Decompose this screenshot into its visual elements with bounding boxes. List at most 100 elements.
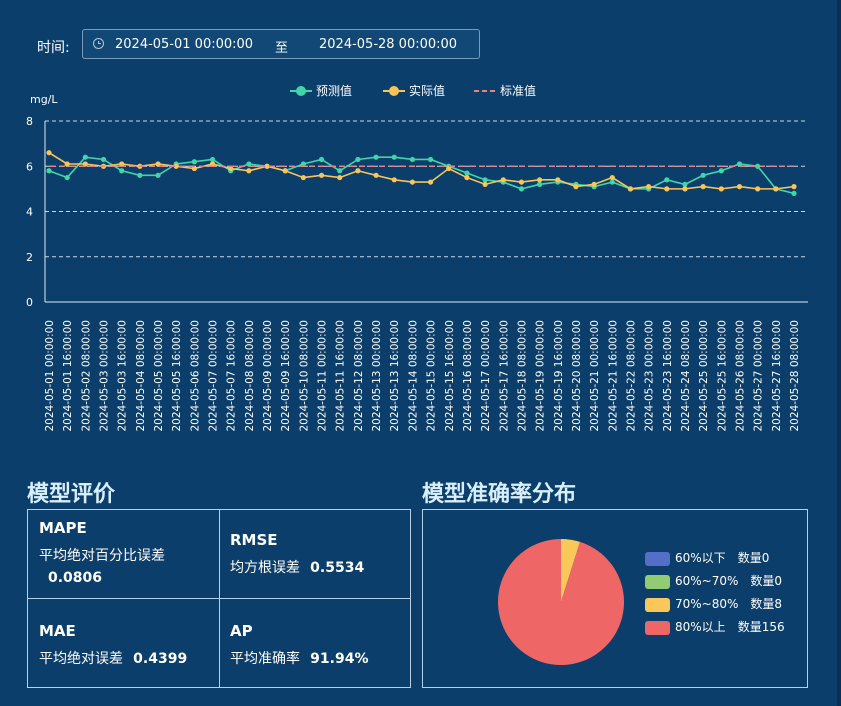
series-point-1 (282, 168, 288, 174)
x-tick-label: 2024-05-15 16:00:00 (444, 320, 456, 432)
x-tick-label: 2024-05-01 00:00:00 (44, 320, 56, 432)
series-point-1 (409, 179, 416, 185)
pie-legend-label: 60%以下 (675, 551, 726, 565)
series-point-0 (337, 168, 343, 174)
pie-legend-label: 60%~70% (675, 574, 739, 588)
series-point-0 (409, 156, 416, 163)
evaluation-title: 模型评价 (27, 482, 116, 507)
series-point-1 (464, 174, 470, 181)
mae-abbr: MAE (39, 622, 76, 640)
mape-desc: 平均绝对百分比误差 (39, 548, 165, 564)
pie-slice (498, 539, 624, 665)
pie-legend-swatch (645, 597, 670, 612)
x-tick-label: 2024-05-06 08:00:00 (189, 320, 201, 432)
range-start-input[interactable]: 2024-05-01 00:00:00 (115, 37, 253, 52)
time-label: 时间: (37, 40, 70, 56)
y-tick-label: 6 (26, 160, 33, 173)
series-point-1 (482, 181, 488, 187)
x-tick-label: 2024-05-05 00:00:00 (153, 320, 165, 432)
series-point-0 (464, 170, 470, 176)
series-point-1 (664, 186, 670, 192)
mape-abbr: MAPE (39, 519, 87, 537)
x-tick-label: 2024-05-01 16:00:00 (62, 320, 74, 432)
legend-label: 预测值 (316, 83, 352, 98)
series-point-0 (100, 156, 107, 163)
series-point-0 (46, 168, 52, 174)
pie-legend-swatch (645, 551, 670, 566)
y-unit-label: mg/L (30, 93, 58, 106)
series-point-1 (700, 184, 706, 190)
series-point-0 (64, 174, 70, 181)
series-point-1 (318, 172, 325, 178)
series-point-1 (627, 186, 634, 192)
y-tick-label: 4 (26, 206, 33, 219)
series-point-1 (391, 177, 397, 183)
series-point-0 (355, 156, 361, 163)
mape-cell: MAPE 平均绝对百分比误差 0.0806 (39, 519, 165, 586)
series-point-0 (82, 154, 88, 160)
ap-abbr: AP (230, 622, 253, 640)
series-point-0 (609, 179, 615, 185)
evaluation-divider-h (28, 598, 410, 599)
x-tick-label: 2024-05-27 16:00:00 (771, 320, 783, 432)
rmse-desc: 均方根误差 (230, 560, 300, 576)
x-tick-label: 2024-05-19 00:00:00 (535, 320, 547, 432)
series-point-0 (155, 172, 161, 178)
pie-legend-swatch (645, 574, 670, 589)
series-point-1 (264, 163, 270, 169)
ap-cell: AP 平均准确率 91.94% (230, 622, 368, 668)
range-end-input[interactable]: 2024-05-28 00:00:00 (319, 37, 457, 52)
mae-cell: MAE 平均绝对误差 0.4399 (39, 622, 187, 668)
x-tick-label: 2024-05-14 08:00:00 (407, 320, 419, 432)
series-point-0 (682, 181, 688, 187)
series-point-1 (682, 186, 688, 192)
x-tick-label: 2024-05-09 16:00:00 (280, 320, 292, 432)
legend-label: 实际值 (409, 83, 445, 98)
pie-legend-count: 数量0 (750, 574, 783, 588)
series-point-1 (500, 177, 506, 183)
series-point-1 (555, 177, 561, 183)
pie-legend-item[interactable]: 80%以上 数量156 (645, 618, 785, 635)
series-point-0 (664, 177, 670, 183)
x-tick-label: 2024-05-21 00:00:00 (589, 320, 601, 432)
series-point-0 (119, 168, 125, 174)
accuracy-pie-chart (498, 539, 624, 665)
x-tick-label: 2024-05-08 08:00:00 (244, 320, 256, 432)
date-range-picker[interactable]: 2024-05-01 00:00:00 至 2024-05-28 00:00:0… (82, 29, 480, 59)
rmse-abbr: RMSE (230, 531, 278, 549)
series-point-1 (736, 184, 743, 190)
mae-value: 0.4399 (133, 651, 188, 667)
pie-legend-item[interactable]: 70%~80% 数量8 (645, 595, 782, 612)
x-tick-label: 2024-05-20 08:00:00 (571, 320, 583, 432)
x-tick-label: 2024-05-16 08:00:00 (462, 320, 474, 432)
x-tick-label: 2024-05-12 08:00:00 (353, 320, 365, 432)
y-tick-label: 0 (26, 296, 33, 309)
pie-legend-item[interactable]: 60%以下 数量0 (645, 549, 770, 566)
series-point-1 (755, 186, 761, 192)
accuracy-title: 模型准确率分布 (422, 482, 577, 507)
x-tick-label: 2024-05-22 08:00:00 (625, 320, 637, 432)
pie-legend-count: 数量0 (737, 551, 770, 565)
series-point-0 (391, 154, 397, 160)
legend-marker (296, 86, 306, 96)
x-tick-label: 2024-05-03 16:00:00 (117, 320, 129, 432)
series-point-1 (718, 186, 724, 192)
x-tick-label: 2024-05-26 08:00:00 (734, 320, 746, 432)
x-tick-label: 2024-05-10 08:00:00 (298, 320, 310, 432)
x-tick-label: 2024-05-18 08:00:00 (516, 320, 528, 432)
series-point-1 (46, 150, 52, 156)
x-tick-label: 2024-05-13 00:00:00 (371, 320, 383, 432)
x-tick-label: 2024-05-24 08:00:00 (680, 320, 692, 432)
clock-icon (93, 38, 104, 49)
x-tick-label: 2024-05-05 16:00:00 (171, 320, 183, 432)
x-tick-label: 2024-05-07 00:00:00 (208, 320, 220, 432)
accuracy-panel: 60%以下 数量0 60%~70% 数量0 70%~80% 数量8 80%以上 数量156 (422, 509, 808, 688)
pie-legend-item[interactable]: 60%~70% 数量0 (645, 572, 783, 589)
series-point-0 (427, 156, 434, 163)
series-point-1 (373, 172, 379, 178)
x-tick-label: 2024-05-28 08:00:00 (789, 320, 801, 432)
x-tick-label: 2024-05-19 16:00:00 (553, 320, 565, 432)
legend-marker (389, 86, 399, 96)
series-point-1 (64, 161, 70, 167)
x-tick-label: 2024-05-15 00:00:00 (426, 320, 438, 432)
